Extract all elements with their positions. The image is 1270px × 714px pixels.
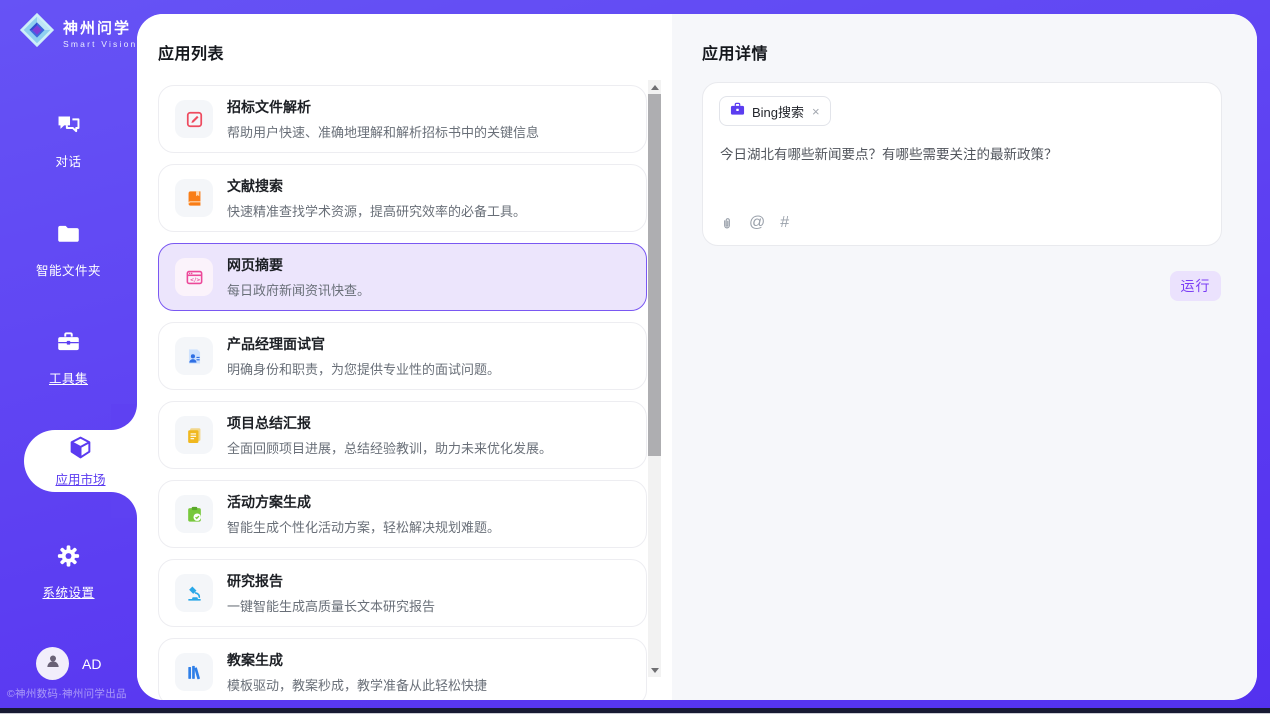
tool-tag-label: Bing搜索 bbox=[752, 102, 804, 121]
hash-icon[interactable]: # bbox=[780, 214, 789, 232]
avatar bbox=[36, 647, 69, 680]
toolbox-icon bbox=[55, 329, 82, 360]
diamond-logo-icon bbox=[18, 11, 56, 54]
svg-text:</>: </> bbox=[189, 277, 199, 283]
clipboard-check-icon bbox=[175, 495, 213, 533]
at-icon[interactable]: @ bbox=[749, 214, 765, 232]
paperclip-icon[interactable] bbox=[720, 215, 734, 232]
app-desc: 帮助用户快速、准确地理解和解析招标书中的关键信息 bbox=[227, 122, 539, 141]
interview-icon bbox=[175, 337, 213, 375]
sidebar-item-chat[interactable]: 对话 bbox=[0, 112, 137, 170]
query-composer: Bing搜索 × 今日湖北有哪些新闻要点？有哪些需要关注的最新政策？ @ # bbox=[702, 82, 1222, 246]
app-desc: 每日政府新闻资讯快查。 bbox=[227, 280, 370, 299]
app-card[interactable]: 教案生成 模板驱动，教案秒成，教学准备从此轻松快捷 bbox=[158, 638, 647, 700]
sidebar-item-label: 工具集 bbox=[49, 368, 88, 387]
microscope-icon bbox=[175, 574, 213, 612]
app-title: 研究报告 bbox=[227, 571, 435, 591]
app-detail-panel: 应用详情 Bing搜索 × 今日湖北有哪些新闻要点？有哪些需要关注的最新政策？ bbox=[672, 14, 1257, 700]
app-card[interactable]: 项目总结汇报 全面回顾项目进展，总结经验教训，助力未来优化发展。 bbox=[158, 401, 647, 469]
app-desc: 一键智能生成高质量长文本研究报告 bbox=[227, 596, 435, 615]
tab-curve-bottom bbox=[111, 492, 137, 518]
scroll-down-arrow-icon[interactable] bbox=[648, 663, 661, 677]
sidebar-item-smart-folder[interactable]: 智能文件夹 bbox=[0, 221, 137, 279]
app-detail-title: 应用详情 bbox=[702, 40, 768, 64]
copyright-text: ©神州数码·神州问学出品 bbox=[7, 686, 137, 701]
close-icon[interactable]: × bbox=[812, 105, 820, 118]
app-card[interactable]: 活动方案生成 智能生成个性化活动方案，轻松解决规划难题。 bbox=[158, 480, 647, 548]
scroll-up-arrow-icon[interactable] bbox=[648, 80, 661, 94]
sidebar-item-toolkit[interactable]: 工具集 bbox=[0, 329, 137, 387]
scrollbar-thumb[interactable] bbox=[648, 94, 661, 456]
gear-icon bbox=[55, 543, 82, 574]
app-card[interactable]: 研究报告 一键智能生成高质量长文本研究报告 bbox=[158, 559, 647, 627]
app-title: 活动方案生成 bbox=[227, 492, 500, 512]
briefcase-icon bbox=[730, 102, 745, 121]
user-initials: AD bbox=[82, 656, 101, 672]
app-desc: 快速精准查找学术资源，提高研究效率的必备工具。 bbox=[227, 201, 526, 220]
run-button[interactable]: 运行 bbox=[1170, 271, 1221, 301]
app-background: 神州问学 Smart Vision 对话 智能文件夹 bbox=[0, 0, 1270, 714]
app-title: 招标文件解析 bbox=[227, 97, 539, 117]
chat-icon bbox=[55, 112, 82, 143]
app-list-scrollbar[interactable] bbox=[648, 80, 661, 677]
app-desc: 明确身份和职责，为您提供专业性的面试问题。 bbox=[227, 359, 500, 378]
sidebar: 神州问学 Smart Vision 对话 智能文件夹 bbox=[0, 0, 137, 708]
app-desc: 智能生成个性化活动方案，轻松解决规划难题。 bbox=[227, 517, 500, 536]
books-icon bbox=[175, 653, 213, 691]
query-input[interactable]: 今日湖北有哪些新闻要点？有哪些需要关注的最新政策？ bbox=[720, 145, 1205, 165]
app-card-selected[interactable]: </> 网页摘要 每日政府新闻资讯快查。 bbox=[158, 243, 647, 311]
web-code-icon: </> bbox=[175, 258, 213, 296]
app-title: 文献搜索 bbox=[227, 176, 526, 196]
sidebar-item-app-market[interactable]: 应用市场 bbox=[24, 430, 137, 492]
app-list-panel: 应用列表 招标文件解析 帮助用户快速、准确地理解和解析招标书中的关键信息 bbox=[137, 14, 672, 700]
sidebar-item-label: 对话 bbox=[55, 151, 81, 170]
user-avatar-icon bbox=[44, 652, 62, 675]
folder-icon bbox=[55, 221, 82, 252]
app-card[interactable]: 产品经理面试官 明确身份和职责，为您提供专业性的面试问题。 bbox=[158, 322, 647, 390]
app-card[interactable]: 文献搜索 快速精准查找学术资源，提高研究效率的必备工具。 bbox=[158, 164, 647, 232]
user-account[interactable]: AD bbox=[36, 647, 101, 680]
app-title: 项目总结汇报 bbox=[227, 413, 552, 433]
app-desc: 全面回顾项目进展，总结经验教训，助力未来优化发展。 bbox=[227, 438, 552, 457]
book-icon bbox=[175, 179, 213, 217]
brand-name: 神州问学 bbox=[63, 17, 137, 38]
app-card[interactable]: 招标文件解析 帮助用户快速、准确地理解和解析招标书中的关键信息 bbox=[158, 85, 647, 153]
app-desc: 模板驱动，教案秒成，教学准备从此轻松快捷 bbox=[227, 675, 487, 694]
app-list: 招标文件解析 帮助用户快速、准确地理解和解析招标书中的关键信息 文献搜索 bbox=[158, 85, 647, 700]
sidebar-item-settings[interactable]: 系统设置 bbox=[0, 543, 137, 601]
sidebar-item-label: 智能文件夹 bbox=[36, 260, 101, 279]
edit-document-icon bbox=[175, 100, 213, 138]
app-list-title: 应用列表 bbox=[158, 40, 224, 64]
brand-tagline: Smart Vision bbox=[63, 39, 137, 49]
cube-icon bbox=[68, 435, 93, 465]
sidebar-item-label: 应用市场 bbox=[55, 469, 105, 488]
composer-toolbar: @ # bbox=[720, 214, 789, 232]
app-title: 网页摘要 bbox=[227, 255, 370, 275]
app-title: 产品经理面试官 bbox=[227, 334, 500, 354]
tab-curve-top bbox=[111, 404, 137, 430]
report-doc-icon bbox=[175, 416, 213, 454]
tool-tag-bing-search[interactable]: Bing搜索 × bbox=[719, 96, 831, 126]
app-title: 教案生成 bbox=[227, 650, 487, 670]
sidebar-item-label: 系统设置 bbox=[42, 582, 94, 601]
brand-logo: 神州问学 Smart Vision bbox=[18, 11, 137, 54]
main-content: 应用列表 招标文件解析 帮助用户快速、准确地理解和解析招标书中的关键信息 bbox=[137, 14, 1257, 700]
